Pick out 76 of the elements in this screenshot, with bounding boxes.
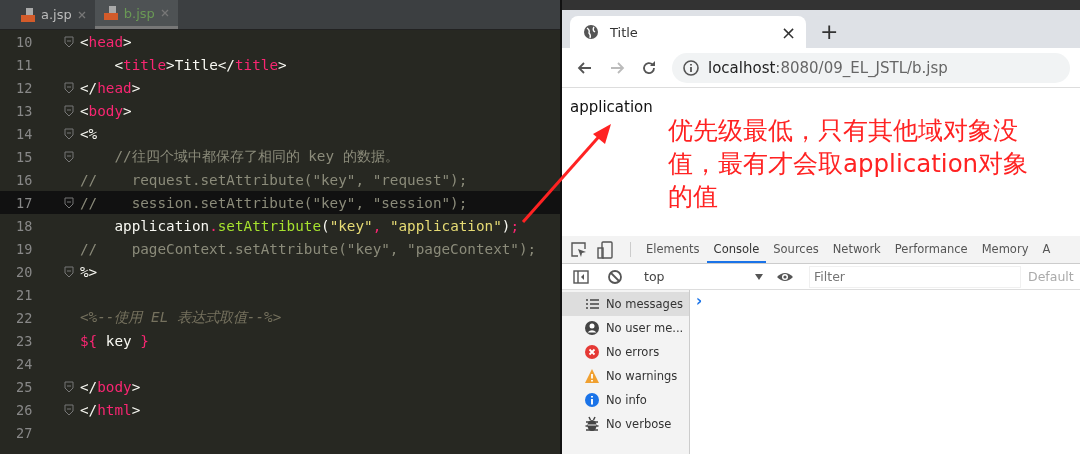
clear-console-icon[interactable] [606,267,624,286]
line-number: 15 [15,148,34,165]
console-filter-item[interactable]: No user me... [562,316,689,340]
console-filter-item[interactable]: No info [562,388,689,412]
devtools-tab[interactable]: Memory [974,236,1036,263]
editor-tab[interactable]: a.jsp [12,0,95,29]
console-filter-item[interactable]: No warnings [562,364,689,388]
close-icon [159,8,170,18]
context-dropdown[interactable]: top [640,269,768,284]
line-number: 13 [15,102,34,119]
url-text: localhost:8080/09_EL_JSTL/b.jsp [708,58,948,77]
devtools-tab[interactable]: Performance [887,236,975,263]
line-number: 17 [15,194,34,211]
line-number: 25 [15,378,34,395]
globe-icon [582,23,600,41]
console-filter-item[interactable]: No verbose [562,412,689,436]
line-number: 12 [15,79,34,96]
list-icon [584,296,600,312]
code-line: <%--使用 EL 表达式取值--%> [80,308,282,327]
line-number: 23 [15,332,34,349]
tab-close-button[interactable]: × [780,21,796,43]
line-number: 11 [15,56,34,73]
sidebar-toggle-icon[interactable] [572,267,590,286]
annotation-text: 优先级最低，只有其他域对象没值，最有才会取application对象的值 [668,115,1030,214]
jsp-file-icon [20,6,36,23]
devtools-tab[interactable]: Sources [766,236,826,263]
line-number: 26 [15,401,34,418]
code-line: application.setAttribute("key", "application"); [113,217,520,234]
console-prompt[interactable]: › [696,292,703,310]
code-line: %> [80,263,98,280]
console-filter-item[interactable]: No messages [562,292,689,316]
console-filter-item[interactable]: No errors [562,340,689,364]
browser-tab[interactable]: Title × [570,16,806,48]
code-line: <title>Title</title> [113,56,287,73]
inspect-element-icon[interactable] [570,240,588,259]
code-line: // session.setAttribute("key", "session"); [80,194,468,211]
line-number: 10 [15,33,34,50]
code-line: <% [80,125,98,142]
tab-title: Title [610,24,639,40]
jsp-file-icon [102,5,119,21]
devtools-tab[interactable]: Console [706,236,767,263]
code-line: ${ key } [80,332,149,349]
info-icon [682,58,700,77]
code-line: // request.setAttribute("key", "request"); [80,171,468,188]
caret-icon [754,272,764,281]
filter-field[interactable]: Filter [810,266,1020,287]
code-line: </body> [80,378,141,395]
line-number: 21 [15,286,34,303]
address-bar[interactable]: localhost:8080/09_EL_JSTL/b.jsp [672,52,1070,83]
line-number: 14 [15,125,34,142]
code-line: </head> [80,79,141,96]
page-text: application [570,98,654,116]
devtools-tab[interactable]: Elements [639,236,707,263]
line-number: 19 [15,240,34,257]
code-line: <head> [80,33,132,50]
info-icon [584,392,600,408]
device-toolbar-icon[interactable] [596,240,614,259]
line-number: 27 [15,424,34,441]
code-line: <body> [80,102,132,119]
line-number: 16 [15,171,34,188]
close-icon [76,9,87,20]
code-line: //往四个域中都保存了相同的 key 的数据。 [113,147,399,166]
warning-icon [584,368,600,384]
line-number: 22 [15,309,34,326]
context-label: top [644,269,665,284]
devtools-tab[interactable]: Network [825,236,888,263]
code-line: // pageContext.setAttribute("key", "pageContext"); [80,240,537,257]
new-tab-button[interactable]: + [820,19,839,44]
bug-icon [584,416,600,432]
code-line: </html> [80,401,141,418]
line-number: 20 [15,263,34,280]
line-number: 18 [15,217,34,234]
line-number: 24 [15,355,34,372]
devtools-tab[interactable]: A [1035,236,1058,263]
user-icon [584,320,600,336]
error-icon [584,344,600,360]
